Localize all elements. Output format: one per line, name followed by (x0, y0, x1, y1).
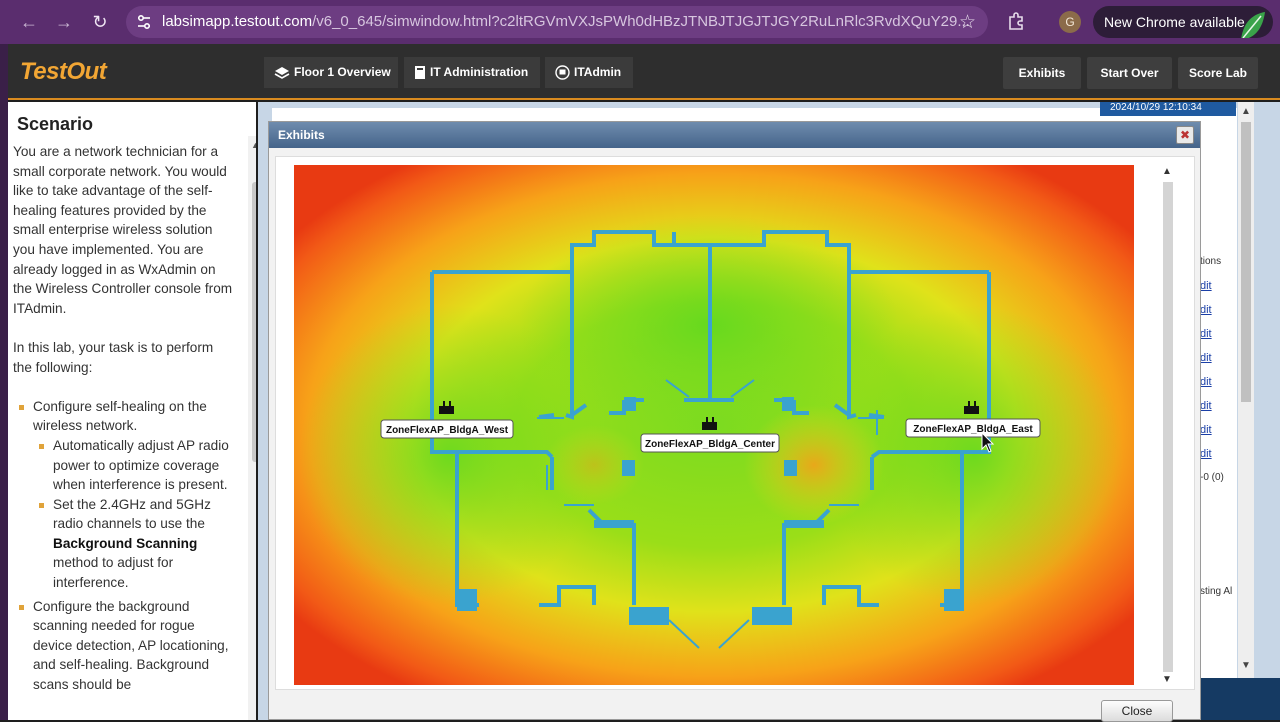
dialog-scrollbar[interactable]: ▲ ▼ (1160, 162, 1176, 692)
scroll-thumb[interactable] (252, 182, 256, 462)
scenario-text: You are a network technician for a small… (13, 142, 235, 695)
scenario-panel: Scenario You are a network technician fo… (8, 102, 256, 720)
extensions-icon[interactable] (1006, 10, 1028, 32)
scroll-up-icon[interactable]: ▲ (1241, 106, 1251, 117)
browser-toolbar: ← → ↻ labsimapp.testout.com/v6_0_645/sim… (0, 0, 1280, 44)
chrome-update-button[interactable]: New Chrome available (1093, 6, 1273, 38)
edit-link[interactable]: dit (1200, 298, 1238, 322)
exhibits-button[interactable]: Exhibits (1003, 57, 1081, 89)
computer-tower-icon (415, 66, 425, 80)
edit-link[interactable]: dit (1200, 322, 1238, 346)
url-text: labsimapp.testout.com/v6_0_645/simwindow… (162, 13, 970, 30)
breadcrumb-it-administration[interactable]: IT Administration (404, 57, 540, 88)
close-icon[interactable]: ✖ (1176, 126, 1194, 144)
lab-header: TestOut Floor 1 Overview IT Administrati… (0, 44, 1280, 100)
dialog-titlebar[interactable]: Exhibits ✖ (269, 122, 1200, 148)
edit-link[interactable]: dit (1200, 394, 1238, 418)
ap-label-east[interactable]: ZoneFlexAP_BldgA_East (905, 418, 1041, 438)
scenario-scrollbar[interactable]: ▲ (248, 136, 256, 720)
window-scrollbar[interactable]: ▲ ▼ (1238, 102, 1254, 682)
start-over-button[interactable]: Start Over (1087, 57, 1172, 89)
page-counter: -0 (0) (1200, 472, 1224, 483)
actions-header: tions (1200, 256, 1222, 267)
scroll-up-icon[interactable]: ▲ (251, 140, 256, 150)
site-info-icon[interactable] (136, 13, 152, 31)
svg-text:ZoneFlexAP_BldgA_West: ZoneFlexAP_BldgA_West (386, 425, 509, 436)
scenario-intro: You are a network technician for a small… (13, 144, 233, 316)
task-item: Configure self-healing on the wireless n… (13, 397, 235, 593)
interference-zone (744, 405, 884, 525)
close-button[interactable]: Close (1101, 700, 1173, 722)
svg-text:ZoneFlexAP_BldgA_East: ZoneFlexAP_BldgA_East (913, 424, 1033, 435)
scroll-thumb[interactable] (1163, 182, 1173, 672)
profile-avatar[interactable]: G (1059, 11, 1081, 33)
wireless-heatmap: ZoneFlexAP_BldgA_West ZoneFlexAP_BldgA_C… (294, 165, 1134, 685)
ap-label-west[interactable]: ZoneFlexAP_BldgA_West (380, 419, 514, 439)
task-intro: In this lab, your task is to perform the… (13, 339, 214, 375)
leaf-icon (1241, 12, 1265, 38)
workstation-icon (555, 65, 570, 81)
scroll-down-icon[interactable]: ▼ (1162, 674, 1172, 685)
edit-link[interactable]: dit (1200, 346, 1238, 370)
exhibits-dialog: Exhibits ✖ ZoneFlexAP_BldgA_West ZoneFle… (268, 121, 1201, 722)
back-icon[interactable]: ← (17, 10, 41, 34)
score-lab-button[interactable]: Score Lab (1178, 57, 1258, 89)
forward-icon[interactable]: → (52, 10, 76, 34)
scroll-down-icon[interactable]: ▼ (1241, 660, 1251, 671)
ap-label-center[interactable]: ZoneFlexAP_BldgA_Center (640, 433, 780, 453)
timestamp-bar: 2024/10/29 12:10:34 (1100, 102, 1236, 116)
panel-splitter-handle[interactable]: ⋮ (252, 506, 256, 534)
testout-logo: TestOut (20, 58, 107, 85)
task-list: Configure self-healing on the wireless n… (13, 397, 235, 695)
scenario-title: Scenario (17, 114, 94, 134)
layers-icon (274, 66, 290, 79)
address-bar[interactable]: labsimapp.testout.com/v6_0_645/simwindow… (126, 6, 988, 38)
side-footer-text: sting Al (1200, 586, 1233, 597)
edit-link[interactable]: dit (1200, 274, 1238, 298)
edit-link[interactable]: dit (1200, 370, 1238, 394)
svg-text:ZoneFlexAP_BldgA_Center: ZoneFlexAP_BldgA_Center (645, 439, 775, 450)
breadcrumb-itadmin[interactable]: ITAdmin (545, 57, 633, 88)
task-item: Configure the background scanning needed… (13, 597, 235, 695)
subtask-item: Set the 2.4GHz and 5GHz radio channels t… (33, 495, 235, 593)
window-edge (0, 44, 8, 720)
scroll-up-icon[interactable]: ▲ (1162, 166, 1172, 177)
dialog-title: Exhibits (278, 128, 325, 142)
subtask-item: Automatically adjust AP radio power to o… (33, 436, 235, 495)
edit-link[interactable]: dit (1200, 418, 1238, 442)
bookmark-star-icon[interactable]: ☆ (959, 11, 976, 34)
actions-column: tions dit dit dit dit dit dit dit dit -0… (1200, 250, 1238, 604)
edit-link[interactable]: dit (1200, 442, 1238, 466)
bottom-bar (1200, 678, 1280, 720)
reload-icon[interactable]: ↻ (88, 10, 112, 34)
scroll-thumb[interactable] (1241, 122, 1251, 402)
breadcrumb-floor-overview[interactable]: Floor 1 Overview (264, 57, 398, 88)
